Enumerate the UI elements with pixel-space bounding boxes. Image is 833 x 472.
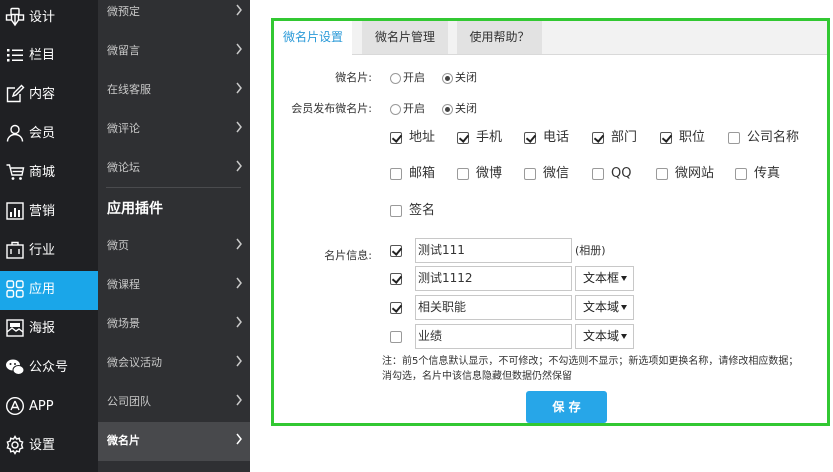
highlight-frame — [271, 18, 830, 426]
nav-item-settings[interactable]: 设置 — [0, 427, 98, 466]
chevron-right-icon — [236, 82, 242, 94]
subnav-item-page[interactable]: 微页 — [98, 227, 250, 266]
apps-icon — [6, 280, 24, 298]
nav-item-mall[interactable]: 商城 — [0, 154, 98, 193]
app-root: 设计 栏目 内容 会员 商城 营销 行业 应用 海报 公众号 APP 设置 微预… — [0, 0, 833, 472]
chevron-right-icon — [236, 238, 242, 250]
nav-label: 公众号 — [29, 360, 69, 375]
nav-label: 会员 — [29, 126, 56, 141]
nav-label: 商城 — [29, 165, 56, 180]
subnav-label: 微预定 — [107, 5, 140, 18]
subnav-item-scene[interactable]: 微场景 — [98, 305, 250, 344]
subnav-item-course[interactable]: 微课程 — [98, 266, 250, 305]
main-sidebar: 设计 栏目 内容 会员 商城 营销 行业 应用 海报 公众号 APP 设置 — [0, 0, 98, 472]
nav-item-columns[interactable]: 栏目 — [0, 37, 98, 76]
briefcase-icon — [6, 241, 24, 259]
chevron-right-icon — [236, 277, 242, 289]
chevron-right-icon — [236, 316, 242, 328]
nav-label: APP — [29, 399, 54, 414]
subnav-divider — [106, 187, 241, 188]
nav-item-design[interactable]: 设计 — [0, 0, 98, 37]
subnav-item-customer-service[interactable]: 在线客服 — [98, 71, 250, 110]
chevron-right-icon — [236, 43, 242, 55]
nav-label: 营销 — [29, 204, 56, 219]
chevron-right-icon — [236, 433, 242, 445]
nav-item-marketing[interactable]: 营销 — [0, 193, 98, 232]
subnav-label: 微名片 — [107, 434, 140, 447]
subnav-label: 公司团队 — [107, 395, 151, 408]
nav-item-industry[interactable]: 行业 — [0, 232, 98, 271]
subnav-item-forum[interactable]: 微论坛 — [98, 149, 250, 188]
subnav-label: 微评论 — [107, 122, 140, 135]
subnav-section-heading: 应用插件 — [107, 201, 163, 217]
nav-item-poster[interactable]: 海报 — [0, 310, 98, 349]
chevron-right-icon — [236, 160, 242, 172]
user-icon — [6, 124, 24, 142]
subnav-label: 在线客服 — [107, 83, 151, 96]
wechat-icon — [6, 359, 25, 375]
nav-label: 应用 — [29, 282, 56, 297]
subnav-label: 微场景 — [107, 317, 140, 330]
nav-label: 设计 — [29, 10, 56, 25]
subnav-item-reservation[interactable]: 微预定 — [98, 0, 250, 32]
sub-sidebar: 微预定 微留言 在线客服 微评论 微论坛 微页 微课程 微场景 微会议活动 公司… — [98, 0, 250, 472]
subnav-item-meeting[interactable]: 微会议活动 — [98, 344, 250, 383]
nav-item-content[interactable]: 内容 — [0, 76, 98, 115]
subnav-label: 微会议活动 — [107, 356, 162, 369]
subnav-item-comments[interactable]: 微评论 — [98, 110, 250, 149]
nav-label: 栏目 — [29, 48, 56, 63]
subnav-label: 微课程 — [107, 278, 140, 291]
gear-icon — [6, 435, 24, 455]
nav-label: 设置 — [29, 438, 56, 453]
chart-icon — [6, 202, 24, 220]
subnav-item-message[interactable]: 微留言 — [98, 32, 250, 71]
nav-item-members[interactable]: 会员 — [0, 115, 98, 154]
design-icon — [5, 7, 25, 27]
cart-icon — [6, 164, 25, 180]
subnav-item-team[interactable]: 公司团队 — [98, 383, 250, 422]
nav-label: 海报 — [29, 321, 56, 336]
chevron-right-icon — [236, 355, 242, 367]
chevron-right-icon — [236, 121, 242, 133]
nav-item-official-account[interactable]: 公众号 — [0, 349, 98, 388]
nav-item-apps[interactable]: 应用 — [0, 271, 98, 310]
nav-item-app[interactable]: APP — [0, 388, 98, 427]
list-icon — [7, 49, 23, 62]
chevron-right-icon — [236, 4, 242, 16]
subnav-label: 微留言 — [107, 44, 140, 57]
subnav-label: 微论坛 — [107, 161, 140, 174]
nav-label: 内容 — [29, 87, 56, 102]
poster-icon — [6, 319, 24, 337]
nav-label: 行业 — [29, 243, 56, 258]
chevron-right-icon — [236, 394, 242, 406]
appstore-icon — [5, 396, 25, 416]
edit-icon — [6, 84, 25, 103]
subnav-item-business-card[interactable]: 微名片 — [98, 422, 250, 461]
subnav-label: 微页 — [107, 239, 129, 252]
